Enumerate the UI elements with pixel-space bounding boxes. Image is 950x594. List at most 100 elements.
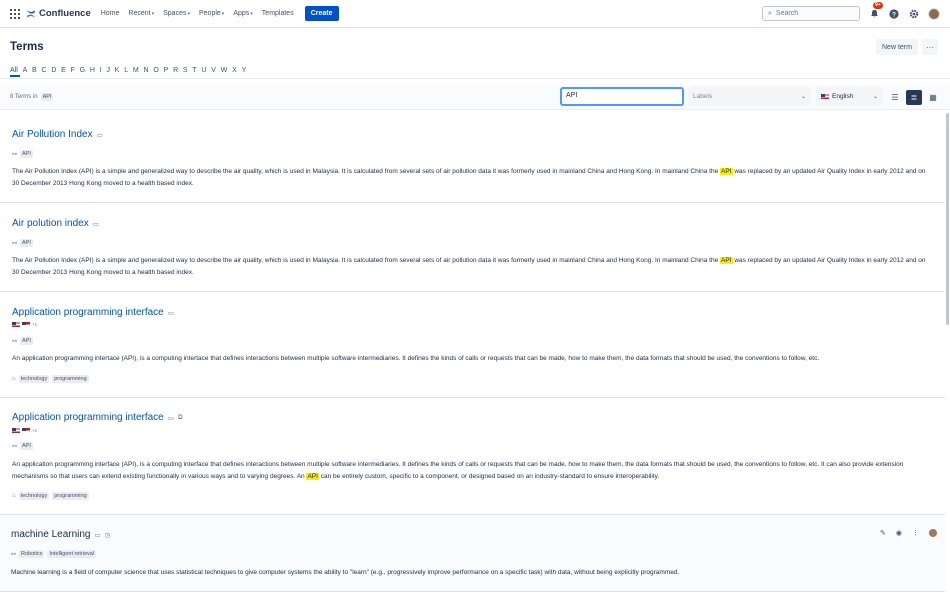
- nav-recent[interactable]: Recent ▾: [128, 10, 154, 17]
- related-terms: ⚯ API: [12, 239, 33, 247]
- more-icon[interactable]: ⋮: [912, 529, 919, 537]
- space-chip[interactable]: API: [40, 93, 54, 101]
- alphabet-letter-w[interactable]: W: [218, 67, 229, 77]
- alphabet-letter-b[interactable]: B: [30, 67, 39, 77]
- language-extra: +1: [32, 322, 38, 327]
- related-chip[interactable]: API: [20, 442, 33, 450]
- related-chip[interactable]: API: [20, 337, 33, 345]
- alphabet-letter-all[interactable]: All: [10, 67, 21, 77]
- label-chip[interactable]: programming: [52, 375, 89, 383]
- link-icon: ⚯: [12, 151, 18, 158]
- nav-apps[interactable]: Apps ▾: [233, 10, 252, 17]
- help-button[interactable]: ?: [888, 8, 900, 20]
- language-select[interactable]: English ⌄: [816, 87, 883, 106]
- watch-icon[interactable]: ◉: [896, 529, 902, 537]
- alphabet-letter-d[interactable]: D: [49, 67, 59, 77]
- term-title-text: machine Learning: [11, 529, 91, 540]
- scrollbar[interactable]: [946, 113, 949, 325]
- labels-select[interactable]: Labels ⌄: [688, 87, 811, 106]
- alphabet-letter-s[interactable]: S: [181, 67, 190, 77]
- term-title-text: Air polution index: [12, 218, 89, 229]
- alphabet-letter-o[interactable]: O: [151, 67, 161, 77]
- alphabet-letter-f[interactable]: F: [68, 67, 77, 77]
- alphabet-letter-t[interactable]: T: [190, 67, 199, 77]
- alphabet-filter: All A B C D E F G H I J K L M N O P R S T U V W X Y: [10, 67, 249, 77]
- term-title-text: Air Pollution Index: [12, 129, 93, 140]
- user-avatar[interactable]: [928, 7, 940, 20]
- term-title-link[interactable]: machine Learning ▭ ◷: [11, 529, 110, 540]
- term-entry-hovered: machine Learning ▭ ◷ ✎ ◉ ⋮ ⚯ Robotics In…: [0, 515, 945, 592]
- alphabet-letter-v[interactable]: V: [209, 67, 218, 77]
- description-text: can be entirely custom, specific to a co…: [318, 472, 660, 480]
- nav-templates[interactable]: Templates: [262, 10, 294, 17]
- alphabet-letter-l[interactable]: L: [122, 67, 131, 77]
- alphabet-letter-x[interactable]: X: [230, 67, 239, 77]
- term-title-text: Application programming interface: [12, 412, 164, 423]
- alphabet-letter-g[interactable]: G: [77, 67, 87, 77]
- nav-home[interactable]: Home: [101, 10, 120, 17]
- alphabet-letter-p[interactable]: P: [161, 67, 170, 77]
- new-term-button[interactable]: New term: [876, 39, 918, 55]
- detail-view-button[interactable]: ≣: [906, 90, 922, 105]
- nav-apps-label: Apps: [233, 10, 250, 17]
- label-chip[interactable]: technology: [18, 375, 50, 383]
- related-chip[interactable]: API: [20, 239, 33, 247]
- alphabet-letter-r[interactable]: R: [171, 67, 181, 77]
- related-chip[interactable]: Robotics: [19, 550, 45, 558]
- list-view-button[interactable]: ☰: [887, 90, 903, 105]
- term-labels: ⌂ technology programming: [12, 492, 89, 500]
- term-title-link[interactable]: Application programming interface ▭: [12, 307, 174, 318]
- more-actions-button[interactable]: ···: [922, 39, 938, 55]
- term-title-link[interactable]: Application programming interface ▭ ⧉: [12, 412, 183, 423]
- search-highlight: API: [720, 257, 733, 264]
- alphabet-letter-a[interactable]: A: [20, 67, 29, 77]
- alphabet-letter-j[interactable]: J: [104, 67, 112, 77]
- flag-icon: [22, 428, 30, 433]
- related-terms: ⚯ Robotics Intelligent retrieval: [11, 550, 97, 558]
- alphabet-letter-u[interactable]: U: [199, 67, 209, 77]
- term-description: An application programming interface (AP…: [12, 459, 927, 482]
- nav-templates-label: Templates: [261, 10, 294, 17]
- global-search-input[interactable]: ⌕ Search: [762, 6, 860, 21]
- term-filter-field[interactable]: [566, 92, 678, 99]
- notifications-button[interactable]: 9+: [868, 1, 883, 20]
- label-chip[interactable]: programming: [52, 492, 89, 500]
- alphabet-letter-k[interactable]: K: [112, 67, 121, 77]
- confluence-logo[interactable]: Confluence: [26, 8, 91, 19]
- alphabet-letter-m[interactable]: M: [131, 67, 142, 77]
- comment-icon: ▭: [96, 131, 103, 139]
- description-text: The Air Pollution Index (API) is a simpl…: [12, 168, 721, 175]
- alphabet-letter-y[interactable]: Y: [239, 67, 248, 77]
- related-terms: ⚯ API: [12, 150, 33, 158]
- chevron-down-icon: ▾: [187, 10, 190, 17]
- term-filter-input[interactable]: [560, 87, 684, 106]
- grid-view-button[interactable]: ▦: [925, 90, 941, 105]
- edit-icon[interactable]: ✎: [880, 529, 886, 537]
- term-entry: Application programming interface ▭ ⧉ +1…: [0, 398, 945, 515]
- alphabet-letter-n[interactable]: N: [141, 67, 151, 77]
- search-highlight: API: [306, 472, 319, 480]
- settings-button[interactable]: [908, 8, 920, 20]
- term-title-link[interactable]: Air Pollution Index ▭: [12, 129, 103, 140]
- related-terms: ⚯ API: [12, 442, 33, 450]
- related-chip[interactable]: Intelligent retrieval: [47, 550, 97, 558]
- app-switcher-icon[interactable]: [10, 8, 20, 19]
- related-chip[interactable]: API: [20, 150, 33, 158]
- term-entry: Air polution index ▭ ⚯ API The Air Pollu…: [0, 203, 945, 292]
- chevron-down-icon: ▾: [221, 10, 225, 17]
- term-title-link[interactable]: Air polution index ▭: [12, 218, 99, 229]
- term-entry: Air Pollution Index ▭ ⚯ API The Air Poll…: [0, 113, 945, 203]
- alphabet-letter-e[interactable]: E: [59, 67, 68, 77]
- term-description: The Air Pollution Index (API) is a simpl…: [12, 255, 927, 278]
- alphabet-letter-c[interactable]: C: [39, 67, 49, 77]
- create-button[interactable]: Create: [304, 6, 339, 21]
- alphabet-letter-i[interactable]: I: [97, 67, 104, 77]
- term-description: Machine learning is a field of computer …: [11, 569, 680, 576]
- nav-people[interactable]: People ▾: [199, 10, 224, 17]
- comment-icon: ▭: [92, 220, 99, 228]
- label-chip[interactable]: technology: [18, 492, 50, 500]
- alphabet-letter-h[interactable]: H: [88, 67, 98, 77]
- us-flag-icon: [12, 428, 20, 433]
- author-avatar[interactable]: [929, 529, 937, 537]
- nav-spaces[interactable]: Spaces ▾: [163, 10, 190, 17]
